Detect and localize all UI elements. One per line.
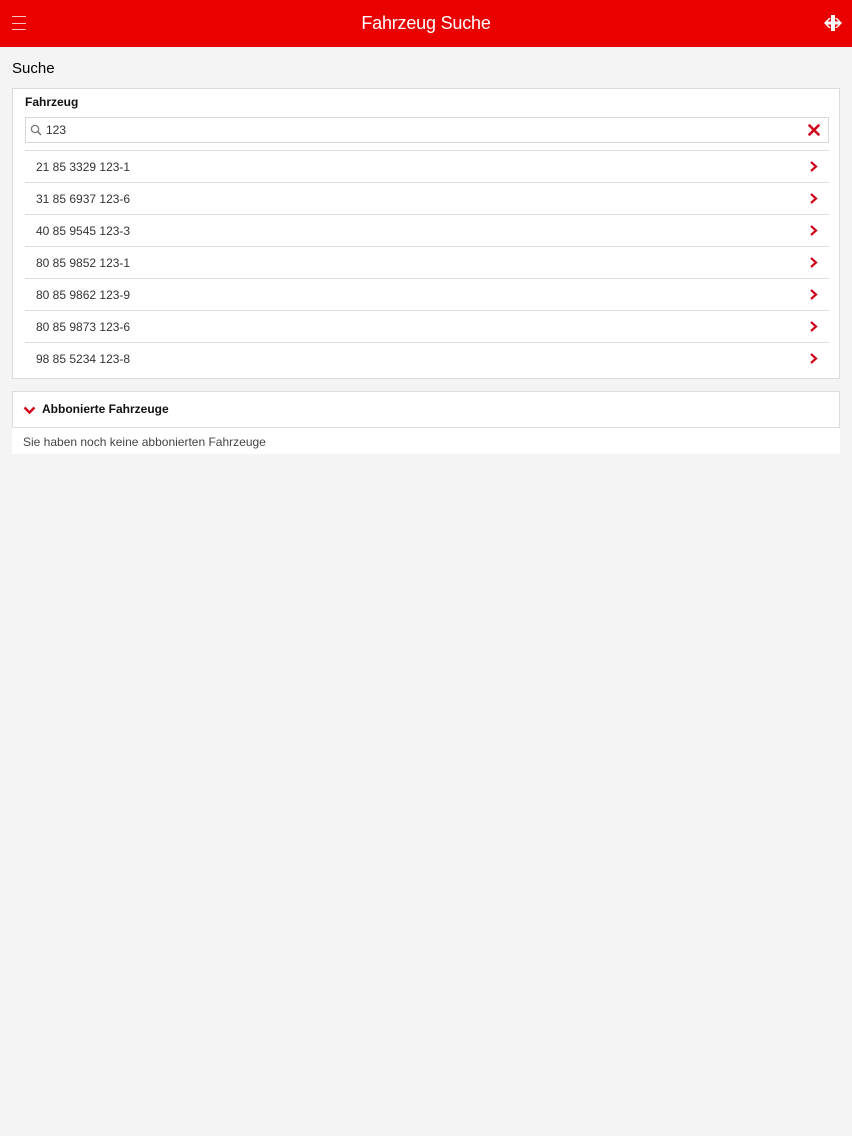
vehicle-number: 31 85 6937 123-6: [36, 191, 131, 206]
page-title: Fahrzeug Suche: [361, 13, 491, 33]
subscribed-empty-message: Sie haben noch keine abbonierten Fahrzeu…: [12, 428, 840, 454]
vehicle-number: 80 85 9873 123-6: [36, 319, 131, 334]
list-item[interactable]: 31 85 6937 123-6: [25, 182, 829, 214]
chevron-right-icon: [810, 257, 818, 268]
chevron-right-icon: [810, 289, 818, 300]
search-icon: [30, 124, 42, 136]
chevron-right-icon: [810, 193, 818, 204]
subscribed-vehicles-title: Abbonierte Fahrzeuge: [42, 402, 169, 416]
list-item[interactable]: 80 85 9873 123-6: [25, 310, 829, 342]
vehicle-field-label: Fahrzeug: [25, 95, 79, 109]
list-item[interactable]: 80 85 9852 123-1: [25, 246, 829, 278]
chevron-right-icon: [810, 225, 818, 236]
vehicle-number: 80 85 9852 123-1: [36, 255, 131, 270]
vehicle-search-card: Fahrzeug 21 85 3329 123-1 31 85 6937 123…: [12, 88, 840, 379]
vehicle-number: 40 85 9545 123-3: [36, 223, 131, 238]
vehicle-number: 80 85 9862 123-9: [36, 287, 131, 302]
top-app-bar: Fahrzeug Suche: [0, 0, 852, 47]
chevron-right-icon: [810, 353, 818, 364]
vehicle-search-input[interactable]: [46, 119, 786, 141]
subscribed-vehicles-header[interactable]: Abbonierte Fahrzeuge: [12, 391, 840, 428]
list-item[interactable]: 98 85 5234 123-8: [25, 342, 829, 374]
list-item[interactable]: 40 85 9545 123-3: [25, 214, 829, 246]
chevron-down-icon: [23, 406, 36, 415]
chevron-right-icon: [810, 321, 818, 332]
clear-x-icon[interactable]: [808, 124, 820, 136]
search-box: [25, 117, 829, 143]
list-item[interactable]: 21 85 3329 123-1: [25, 150, 829, 182]
search-results-list: 21 85 3329 123-1 31 85 6937 123-6 40 85 …: [25, 150, 829, 374]
hamburger-menu-icon[interactable]: [12, 16, 26, 30]
chevron-right-icon: [810, 161, 818, 172]
sbb-logo-icon[interactable]: [822, 15, 844, 31]
vehicle-number: 98 85 5234 123-8: [36, 351, 131, 366]
section-title-suche: Suche: [12, 60, 55, 77]
list-item[interactable]: 80 85 9862 123-9: [25, 278, 829, 310]
vehicle-number: 21 85 3329 123-1: [36, 159, 131, 174]
